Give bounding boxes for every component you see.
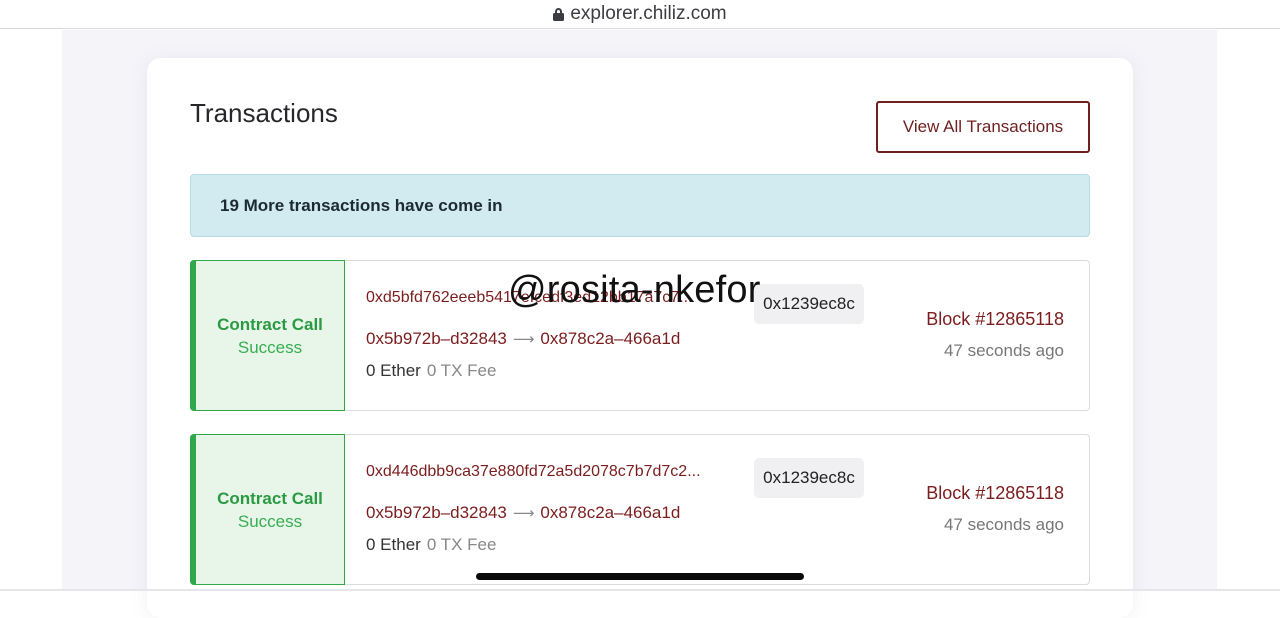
url-text: explorer.chiliz.com [570, 3, 727, 24]
tx-fee: 0 TX Fee [426, 535, 497, 554]
tx-block-link[interactable]: Block #12865118 [926, 309, 1064, 330]
url-display[interactable]: explorer.chiliz.com [553, 3, 727, 25]
tx-value: 0 Ether 0 TX Fee [366, 361, 496, 381]
tx-to-link[interactable]: 0x878c2a–466a1d [540, 503, 680, 523]
tx-ether-value: 0 Ether [366, 361, 421, 380]
watermark-overlay: @rosita-nkefor [508, 269, 761, 311]
tx-method-badge: 0x1239ec8c [754, 458, 864, 498]
tx-route: 0x5b972b–d32843 ⟶ 0x878c2a–466a1d [366, 329, 680, 349]
tx-type-label: Contract Call [217, 488, 323, 508]
tx-type-label: Contract Call [217, 314, 323, 334]
view-all-transactions-button[interactable]: View All Transactions [876, 101, 1090, 153]
arrow-right-icon: ⟶ [512, 505, 535, 522]
tx-route: 0x5b972b–d32843 ⟶ 0x878c2a–466a1d [366, 503, 680, 523]
tx-type-badge: Contract Call Success [195, 434, 345, 585]
tx-from-link[interactable]: 0x5b972b–d32843 [366, 503, 507, 523]
tx-type-badge: Contract Call Success [195, 260, 345, 411]
tx-status-label: Success [237, 511, 303, 531]
page-title: Transactions [190, 98, 338, 128]
tx-age: 47 seconds ago [943, 515, 1064, 534]
lock-icon [553, 8, 565, 21]
arrow-right-icon: ⟶ [512, 331, 535, 348]
tx-value: 0 Ether 0 TX Fee [366, 535, 496, 555]
tx-method-badge: 0x1239ec8c [754, 284, 864, 324]
home-indicator[interactable] [476, 573, 804, 580]
tx-hash-link[interactable]: 0xd446dbb9ca37e880fd72a5d2078c7b7d7c2... [366, 463, 738, 481]
transaction-row: Contract Call Success 0xd446dbb9ca37e880… [190, 434, 1090, 585]
tx-age: 47 seconds ago [943, 341, 1064, 360]
tx-from-link[interactable]: 0x5b972b–d32843 [366, 329, 507, 349]
browser-address-bar[interactable]: explorer.chiliz.com [0, 0, 1280, 29]
tx-block-link[interactable]: Block #12865118 [926, 483, 1064, 504]
new-transactions-alert[interactable]: 19 More transactions have come in [190, 174, 1090, 237]
tx-fee: 0 TX Fee [426, 361, 497, 380]
alert-text: 19 More transactions have come in [220, 195, 503, 215]
tx-status-label: Success [237, 337, 303, 357]
tx-ether-value: 0 Ether [366, 535, 421, 554]
tx-to-link[interactable]: 0x878c2a–466a1d [540, 329, 680, 349]
